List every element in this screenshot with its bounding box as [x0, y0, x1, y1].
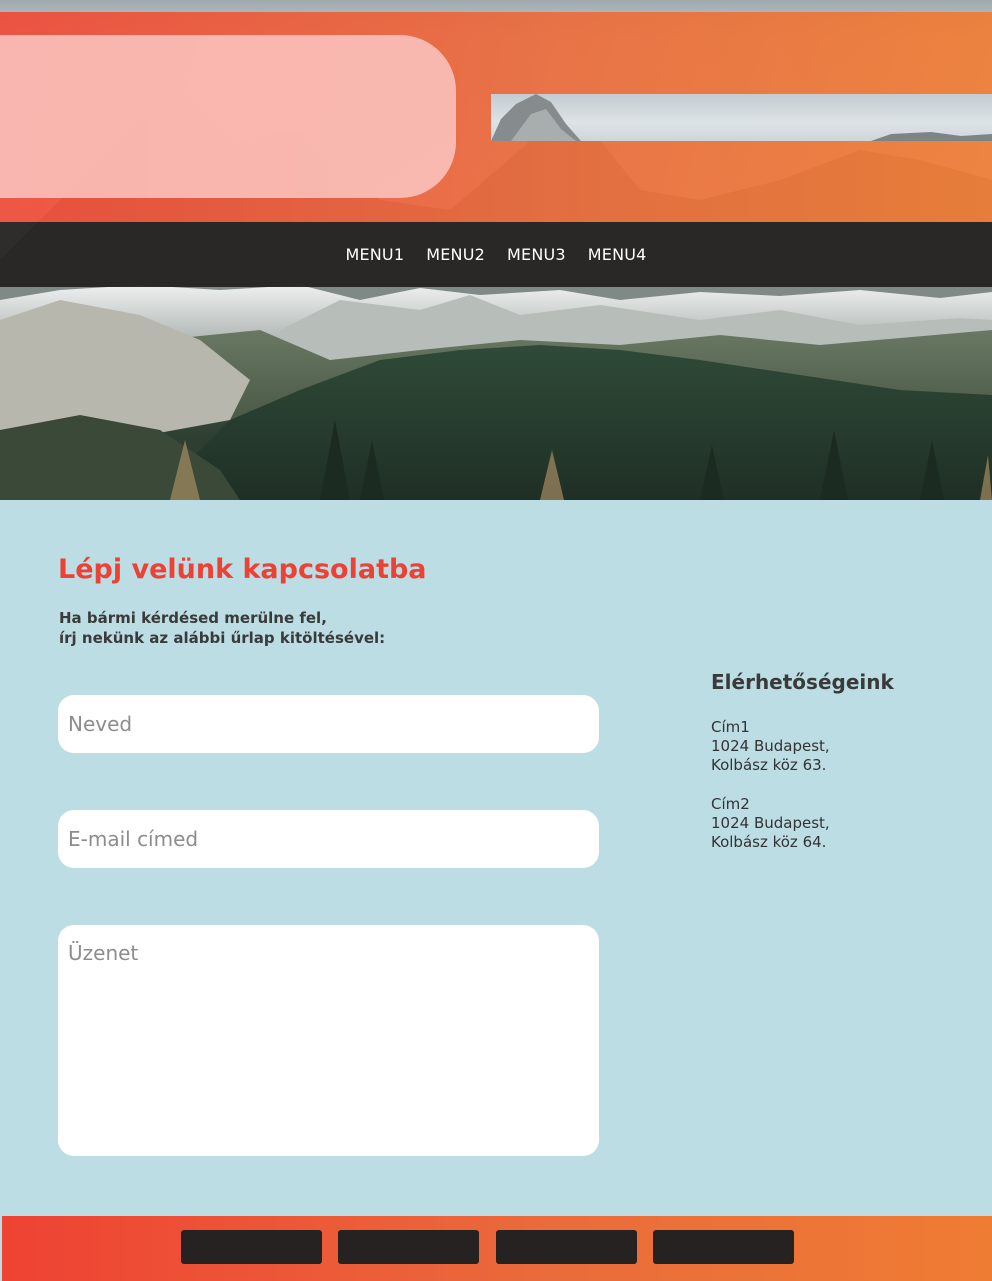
contact-info-heading: Elérhetőségeink: [711, 670, 894, 694]
address-block-2: Cím2 1024 Budapest, Kolbász köz 64.: [711, 795, 830, 852]
intro-text: Ha bármi kérdésed merülne fel, írj nekün…: [59, 608, 579, 648]
footer-button-3[interactable]: [496, 1230, 637, 1264]
nav-item-menu3[interactable]: MENU3: [507, 245, 566, 264]
nav-item-menu2[interactable]: MENU2: [426, 245, 485, 264]
message-field[interactable]: [58, 925, 599, 1156]
address-line: 1024 Budapest,: [711, 814, 830, 832]
header-image-strip: [491, 94, 992, 141]
logo-placeholder[interactable]: [0, 35, 456, 198]
hero-banner: MENU1 MENU2 MENU3 MENU4: [0, 0, 992, 500]
footer-button-1[interactable]: [181, 1230, 322, 1264]
footer: [2, 1216, 992, 1281]
address-line: Kolbász köz 63.: [711, 756, 827, 774]
address-label: Cím2: [711, 795, 750, 813]
footer-button-2[interactable]: [338, 1230, 479, 1264]
email-field[interactable]: [58, 810, 599, 868]
main-navigation: MENU1 MENU2 MENU3 MENU4: [0, 222, 992, 287]
address-line: 1024 Budapest,: [711, 737, 830, 755]
footer-button-4[interactable]: [653, 1230, 794, 1264]
address-label: Cím1: [711, 718, 750, 736]
intro-line-1: Ha bármi kérdésed merülne fel,: [59, 609, 327, 627]
intro-line-2: írj nekünk az alábbi űrlap kitöltésével:: [59, 629, 386, 647]
nav-item-menu1[interactable]: MENU1: [345, 245, 404, 264]
page-title: Lépj velünk kapcsolatba: [58, 554, 427, 585]
address-block-1: Cím1 1024 Budapest, Kolbász köz 63.: [711, 718, 830, 775]
nav-item-menu4[interactable]: MENU4: [588, 245, 647, 264]
name-field[interactable]: [58, 695, 599, 753]
address-line: Kolbász köz 64.: [711, 833, 827, 851]
